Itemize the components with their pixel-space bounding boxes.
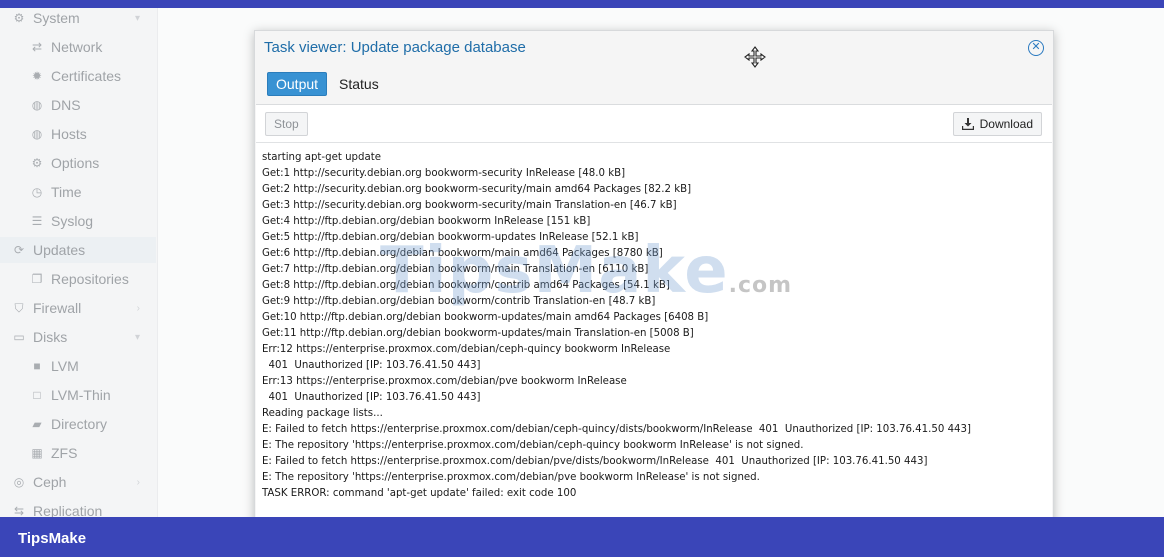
chevron-down-icon: ▾: [134, 331, 140, 343]
footer-brand: TipsMake: [18, 530, 87, 547]
sidebar-item-syslog[interactable]: ☰ Syslog: [0, 208, 156, 234]
sidebar-item-lvm[interactable]: ■ LVM: [0, 353, 156, 379]
log-line: 401 Unauthorized [IP: 103.76.41.50 443]: [262, 392, 481, 403]
square-outline-icon: □: [33, 388, 41, 402]
gear-icon: ⚙: [31, 156, 43, 170]
grid-icon: ▦: [31, 446, 43, 460]
list-icon: ☰: [31, 214, 43, 228]
toolbar: Stop Download: [256, 105, 1052, 143]
task-log-output: starting apt-get update Get:1 http://secu…: [262, 150, 1042, 502]
sidebar-item-directory[interactable]: ▰ Directory: [0, 411, 156, 437]
folder-icon: ▰: [32, 417, 42, 431]
download-button[interactable]: Download: [952, 112, 1042, 136]
sidebar-item-label: Time: [51, 184, 82, 200]
log-line: Err:12 https://enterprise.proxmox.com/de…: [262, 344, 671, 355]
sidebar-item-network[interactable]: ⇄ Network: [0, 34, 156, 60]
sidebar-item-dns[interactable]: ◍ DNS: [0, 92, 156, 118]
certificate-icon: ✹: [31, 69, 43, 83]
sidebar-item-label: Repositories: [51, 271, 129, 287]
sidebar-item-disks[interactable]: ▭ Disks ▾: [0, 324, 156, 350]
tab-bar: Output Status: [267, 72, 391, 96]
globe-icon: ◍: [31, 127, 43, 141]
stop-button[interactable]: Stop: [265, 112, 308, 136]
output-panel: Stop Download starting apt-get update Get…: [256, 104, 1052, 517]
sidebar-item-label: Network: [51, 39, 103, 55]
sidebar-item-label: Updates: [33, 242, 86, 258]
sidebar-item-repositories[interactable]: ❐ Repositories: [0, 266, 156, 292]
chevron-right-icon: ›: [136, 476, 140, 488]
chevron-down-icon: ▾: [134, 12, 140, 24]
refresh-icon: ⟳: [13, 243, 25, 257]
sidebar-item-label: DNS: [51, 97, 81, 113]
close-icon: ✕: [1031, 41, 1041, 53]
sidebar-item-lvm-thin[interactable]: □ LVM-Thin: [0, 382, 156, 408]
download-label: Download: [979, 117, 1033, 131]
footer-bar: TipsMake: [0, 517, 1164, 557]
log-line: E: The repository 'https://enterprise.pr…: [262, 472, 760, 483]
sidebar-item-label: Certificates: [51, 68, 122, 84]
log-line: 401 Unauthorized [IP: 103.76.41.50 443]: [262, 360, 481, 371]
sidebar-item-certificates[interactable]: ✹ Certificates: [0, 63, 156, 89]
sidebar-item-label: LVM-Thin: [51, 387, 111, 403]
sidebar-item-label: System: [33, 10, 80, 26]
move-cursor-icon: [744, 46, 766, 68]
sidebar-item-updates[interactable]: ⟳ Updates: [0, 237, 156, 263]
watermark-text: TipsMake: [380, 234, 729, 308]
hdd-icon: ▭: [13, 330, 25, 344]
log-line: Get:3 http://security.debian.org bookwor…: [262, 200, 677, 211]
sidebar-item-label: Hosts: [51, 126, 87, 142]
dialog-title: Task viewer: Update package database: [264, 39, 526, 56]
sidebar-item-label: Directory: [51, 416, 108, 432]
chevron-right-icon: ›: [136, 302, 140, 314]
sidebar-item-label: Replication: [33, 503, 103, 517]
sidebar-item-label: Disks: [33, 329, 68, 345]
watermark-suffix: .com: [728, 273, 793, 298]
watermark: TipsMake.com: [380, 234, 792, 308]
sidebar-item-replication[interactable]: ⇆ Replication: [0, 498, 156, 517]
sidebar-item-hosts[interactable]: ◍ Hosts: [0, 121, 156, 147]
screen: ⚙ System ▾ ⇄ Network ✹ Certificates ◍ DNS ◍ Ho…: [0, 8, 1164, 517]
log-line: E: Failed to fetch https://enterprise.pr…: [262, 424, 971, 435]
sidebar-item-options[interactable]: ⚙ Options: [0, 150, 156, 176]
sidebar-item-ceph[interactable]: ◎ Ceph ›: [0, 469, 156, 495]
log-line: Err:13 https://enterprise.proxmox.com/de…: [262, 376, 627, 387]
clock-icon: ◷: [31, 185, 43, 199]
shield-icon: ⛉: [14, 300, 24, 315]
ceph-icon: ◎: [13, 475, 25, 489]
sidebar-item-label: Options: [51, 155, 100, 171]
retweet-icon: ⇆: [13, 504, 25, 517]
log-line: Get:2 http://security.debian.org bookwor…: [262, 184, 692, 195]
sidebar-item-label: Firewall: [33, 300, 82, 316]
files-icon: ❐: [31, 272, 43, 286]
download-icon: [961, 118, 974, 130]
arrows-icon: ⇄: [31, 40, 43, 54]
sidebar-item-label: Syslog: [51, 213, 94, 229]
sidebar-item-zfs[interactable]: ▦ ZFS: [0, 440, 156, 466]
log-line: Get:4 http://ftp.debian.org/debian bookw…: [262, 216, 591, 227]
globe-icon: ◍: [31, 98, 43, 112]
log-line: Reading package lists...: [262, 408, 383, 419]
sidebar-item-firewall[interactable]: ⛉ Firewall ›: [0, 295, 156, 321]
gear-icon: ⚙: [13, 11, 25, 25]
sidebar-item-system[interactable]: ⚙ System ▾: [0, 8, 156, 31]
close-button[interactable]: ✕: [1028, 40, 1044, 56]
log-line: E: The repository 'https://enterprise.pr…: [262, 440, 804, 451]
sidebar-item-label: Ceph: [33, 474, 67, 490]
tab-output[interactable]: Output: [267, 72, 328, 96]
log-line: E: Failed to fetch https://enterprise.pr…: [262, 456, 928, 467]
log-line: Get:1 http://security.debian.org bookwor…: [262, 168, 626, 179]
tab-status[interactable]: Status: [331, 72, 387, 96]
log-line: Get:11 http://ftp.debian.org/debian book…: [262, 328, 694, 339]
sidebar-item-time[interactable]: ◷ Time: [0, 179, 156, 205]
log-line: TASK ERROR: command 'apt-get update' fai…: [262, 488, 577, 499]
square-icon: ■: [33, 359, 41, 373]
log-line: Get:10 http://ftp.debian.org/debian book…: [262, 312, 709, 323]
sidebar-item-label: ZFS: [51, 445, 78, 461]
log-line: starting apt-get update: [262, 152, 381, 163]
sidebar: ⚙ System ▾ ⇄ Network ✹ Certificates ◍ DNS ◍ Ho…: [0, 8, 158, 517]
sidebar-item-label: LVM: [51, 358, 79, 374]
